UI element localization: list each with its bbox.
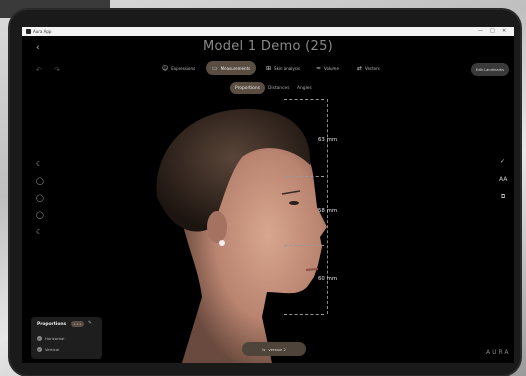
smile-icon: ☺ [162,64,169,72]
panel-title: Proportions [37,322,67,327]
face-oval-icon[interactable]: ◯ [36,194,44,202]
option-label: Vertical [45,347,60,352]
crescent-icon[interactable]: ☾ [36,160,42,168]
check-circle-icon: ✓ [37,347,42,352]
tab-volume[interactable]: ≈ Volume [316,61,339,75]
earring [219,240,225,246]
measurement-line-top [284,99,324,101]
page-title: Model 1 Demo (25) [202,39,334,54]
version-selector-button[interactable]: ⇆ version 2 [242,342,306,356]
tab-label: Measurements [220,65,251,71]
ruler-icon: ▭ [212,64,218,72]
face-front-icon[interactable]: ◯ [36,177,44,185]
undo-icon[interactable]: ↶ [36,66,42,74]
eye [289,201,299,205]
tab-label: Skin analysis [274,65,300,71]
measurement-lower-third: 60 mm [318,276,338,282]
close-icon[interactable]: ✕ [502,28,506,34]
face-3d-model[interactable] [142,87,342,363]
check-circle-icon: ✓ [37,336,42,341]
face-angled-icon[interactable]: ◯ [36,211,44,219]
tab-expressions[interactable]: ☺ Expressions [162,61,195,75]
brand-logo: AURA [486,349,511,356]
tab-label: Vectors [365,65,380,71]
minimize-icon[interactable]: — [478,28,483,34]
version-label: version 2 [268,346,286,352]
proportions-panel: Proportions • • • ✎ ✓ Horizontal ✓ Verti… [31,317,102,359]
lips [305,268,319,271]
measurement-line-chin [284,314,324,316]
measurement-line-nose [284,245,324,247]
tab-label: Expressions [171,65,196,71]
app-screen: Aura App — □ ✕ ‹ Model 1 Demo (25) ↶ ↷ ☺… [22,27,514,363]
swap-icon: ⇆ [262,346,266,352]
measurement-line-brow [284,176,324,178]
copy-icon[interactable]: ⧉ [501,193,505,201]
app-icon [26,29,31,34]
measurement-middle-third: 58 mm [318,208,338,214]
app-name: Aura App [33,29,52,34]
edit-icon[interactable]: ✎ [88,321,92,326]
volume-icon: ≈ [316,64,322,72]
checkmark-icon[interactable]: ✓ [500,158,505,165]
tab-label: Volume [324,65,339,71]
ear [207,211,227,243]
measurement-upper-third: 63 mm [318,137,338,143]
window-titlebar: Aura App — □ ✕ [22,27,514,36]
edit-landmarks-button[interactable]: Edit Landmarks [471,63,509,76]
proportions-toggle[interactable]: • • • [71,321,84,327]
horizontal-option[interactable]: ✓ Horizontal [37,336,64,341]
tab-vectors[interactable]: ⇄ Vectors [357,61,380,75]
option-label: Horizontal [45,336,65,341]
vector-icon: ⇄ [357,64,363,72]
text-size-icon[interactable]: AA [499,176,507,183]
redo-icon[interactable]: ↷ [54,66,60,74]
tab-skin-analysis[interactable]: ⊞ Skin analysis [266,61,300,75]
tab-measurements[interactable]: ▭ Measurements [206,61,257,75]
vertical-option[interactable]: ✓ Vertical [37,347,59,352]
face-profile-icon[interactable]: ☾ [36,228,42,236]
grid-icon: ⊞ [266,64,272,72]
maximize-icon[interactable]: □ [490,28,495,34]
